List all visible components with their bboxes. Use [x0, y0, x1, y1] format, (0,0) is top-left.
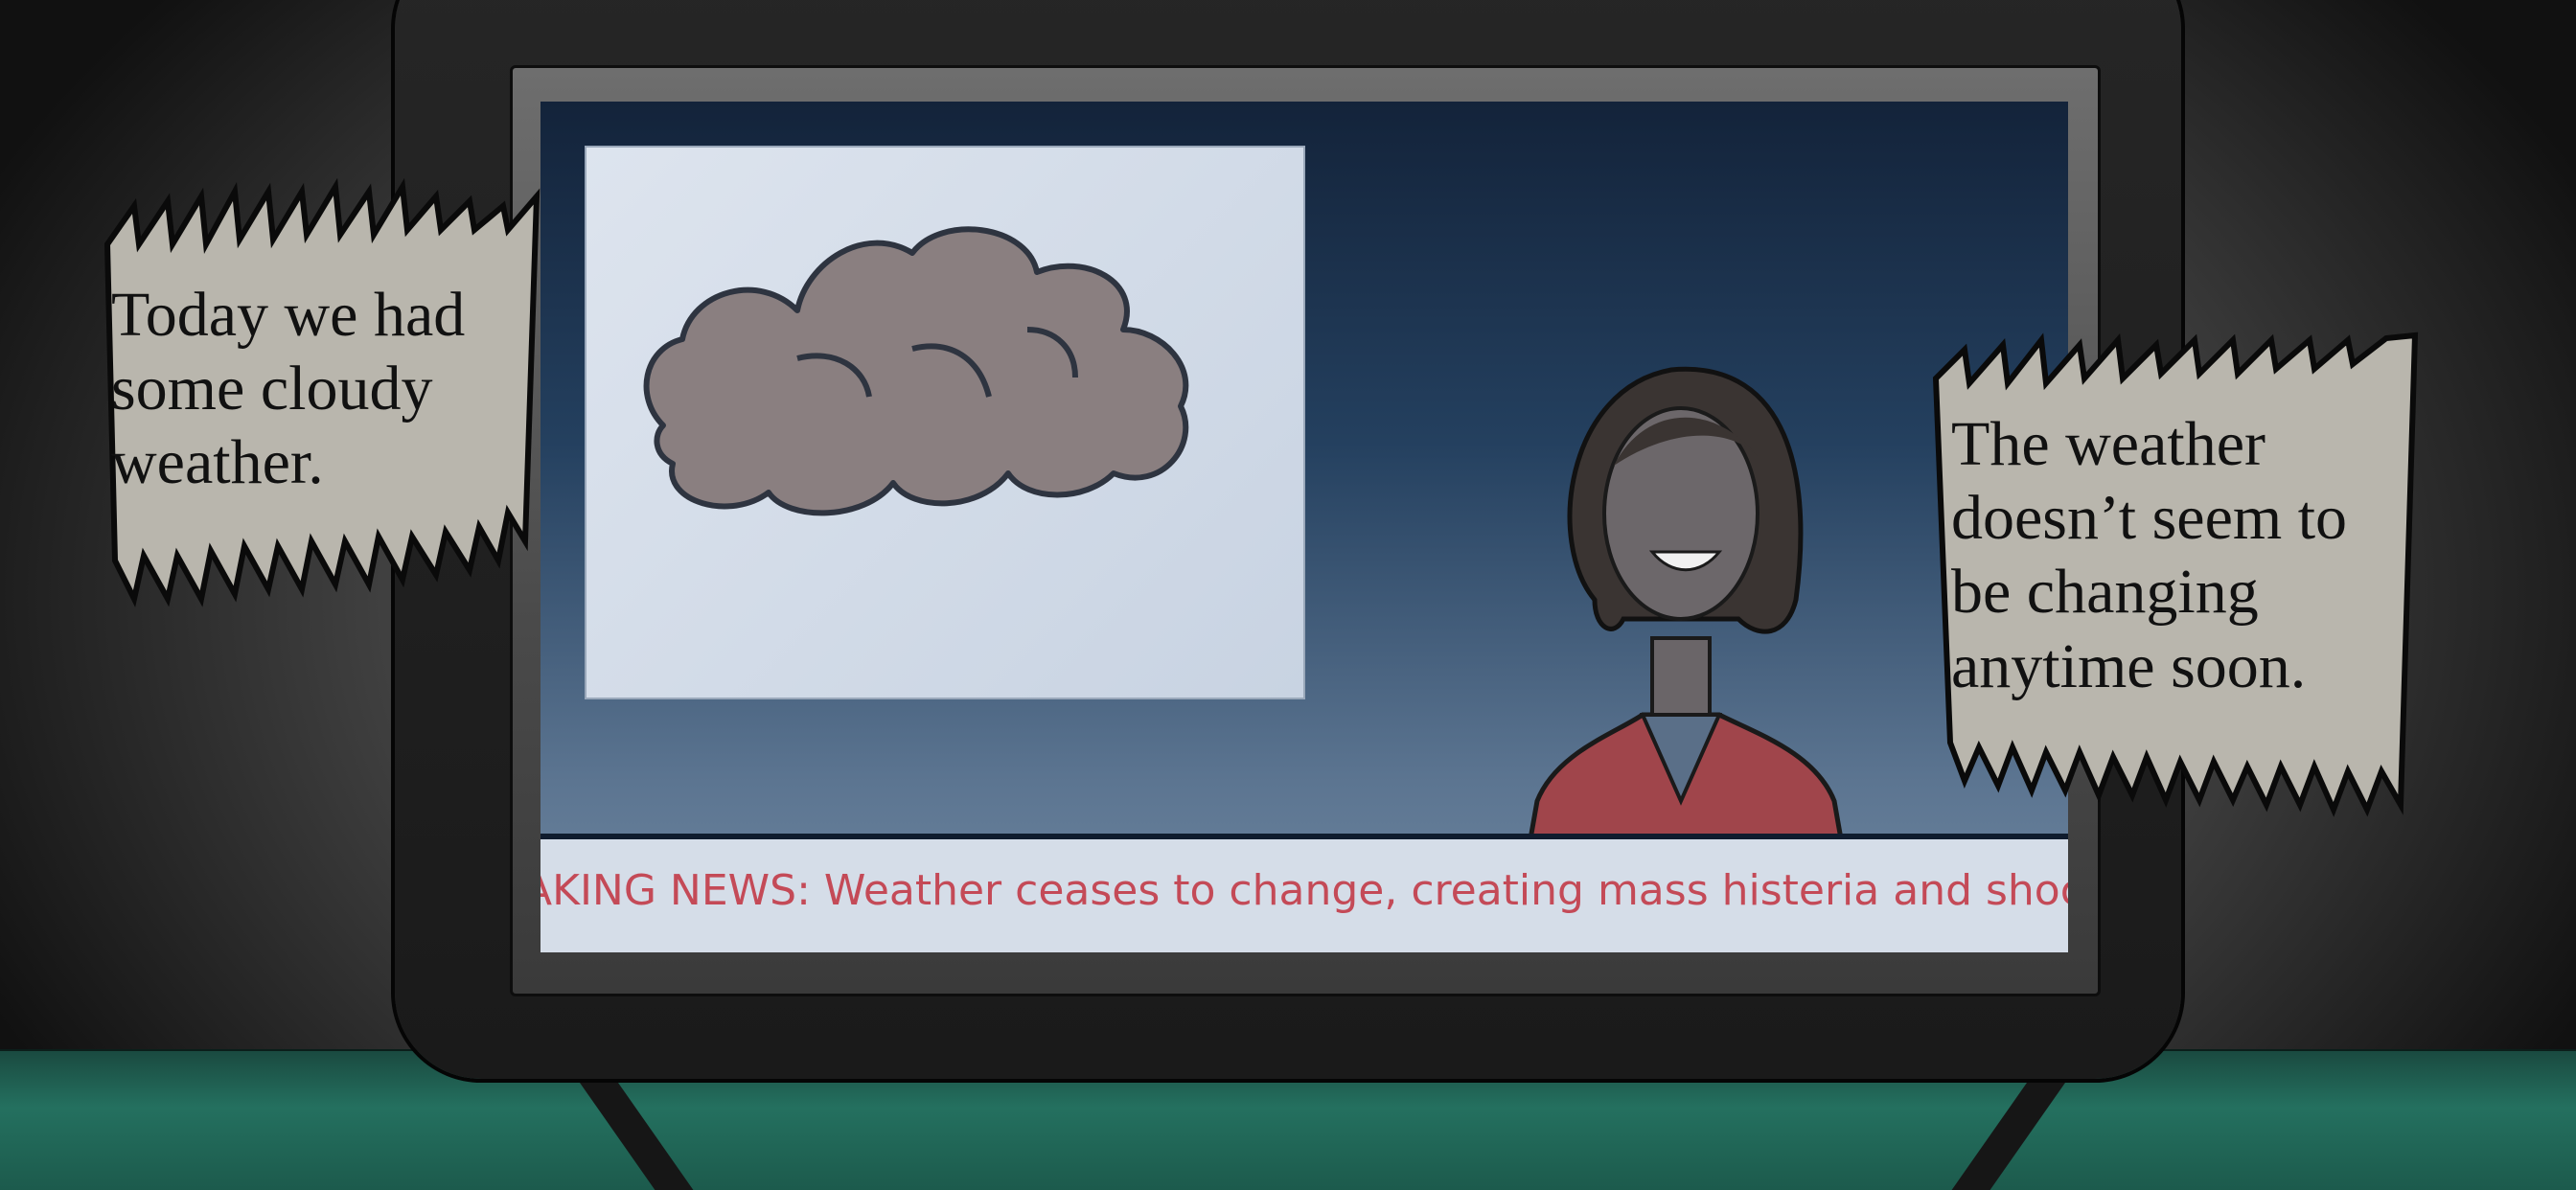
speech-line: weather. — [111, 427, 324, 498]
speech-line: The weather — [1951, 409, 2266, 479]
anchor-neck — [1650, 636, 1712, 717]
weather-graphic-panel — [585, 146, 1305, 699]
comic-scene: AKING NEWS: Weather ceases to change, cr… — [0, 0, 2576, 1190]
tv-screen: AKING NEWS: Weather ceases to change, cr… — [540, 102, 2068, 952]
speech-bubble-right: The weather doesn’t seem to be changing … — [1917, 331, 2425, 819]
news-ticker: AKING NEWS: Weather ceases to change, cr… — [540, 834, 2068, 952]
speech-line: anytime soon. — [1951, 630, 2307, 701]
speech-bubble-right-text: The weather doesn’t seem to be changing … — [1951, 407, 2411, 703]
speech-line: some cloudy — [111, 354, 433, 424]
speech-line: doesn’t seem to — [1951, 483, 2348, 554]
speech-bubble-left-text: Today we had some cloudy weather. — [111, 278, 533, 500]
cloud-icon — [643, 226, 1189, 516]
speech-line: Today we had — [111, 280, 466, 350]
ticker-text: AKING NEWS: Weather ceases to change, cr… — [540, 866, 2068, 915]
speech-line: be changing — [1951, 557, 2259, 628]
speech-bubble-left: Today we had some cloudy weather. — [96, 177, 556, 647]
